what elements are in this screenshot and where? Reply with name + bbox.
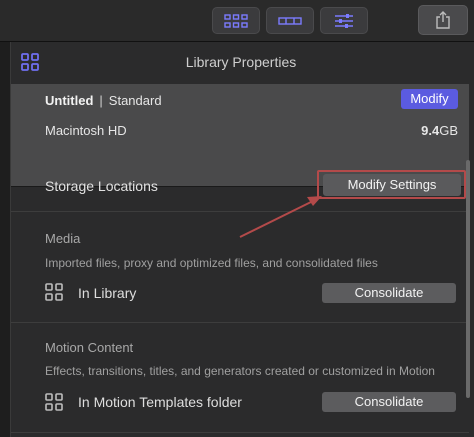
inspector-sliders-button[interactable] bbox=[320, 7, 368, 34]
panel-header: Library Properties bbox=[11, 42, 474, 84]
modify-button[interactable]: Modify bbox=[401, 89, 458, 109]
library-mode: Standard bbox=[108, 92, 162, 108]
panel-title: Library Properties bbox=[185, 54, 297, 70]
divider bbox=[11, 211, 469, 212]
share-icon bbox=[435, 11, 451, 29]
library-size-value: 9.4 bbox=[421, 122, 440, 138]
callout-highlight-box bbox=[317, 170, 466, 199]
library-volume-row: Macintosh HD 9.4GB bbox=[45, 118, 458, 142]
library-size: 9.4GB bbox=[421, 123, 458, 138]
motion-location: In Motion Templates folder bbox=[78, 394, 242, 410]
library-name: Untitled bbox=[45, 92, 94, 108]
library-size-unit: GB bbox=[439, 122, 458, 138]
motion-content-description: Effects, transitions, titles, and genera… bbox=[45, 364, 435, 378]
motion-location-icon bbox=[45, 393, 63, 416]
library-separator: | bbox=[99, 92, 103, 108]
storage-locations-title: Storage Locations bbox=[45, 178, 158, 194]
media-consolidate-button[interactable]: Consolidate bbox=[322, 283, 456, 303]
browser-filmstrip-icon bbox=[278, 16, 302, 26]
vertical-scrollbar[interactable] bbox=[466, 160, 470, 398]
share-button[interactable] bbox=[418, 5, 468, 35]
media-location: In Library bbox=[78, 285, 137, 301]
library-grid-button[interactable] bbox=[212, 7, 260, 34]
motion-consolidate-button[interactable]: Consolidate bbox=[322, 392, 456, 412]
divider bbox=[11, 432, 469, 433]
library-location-icon bbox=[45, 283, 63, 306]
motion-content-title: Motion Content bbox=[45, 340, 134, 355]
divider bbox=[11, 322, 469, 323]
top-toolbar bbox=[0, 0, 474, 42]
volume-name: Macintosh HD bbox=[45, 122, 127, 138]
library-properties-panel: Library Properties Untitled | Standard M… bbox=[10, 42, 474, 437]
library-name-row: Untitled | Standard Modify bbox=[45, 88, 458, 112]
media-title: Media bbox=[45, 231, 81, 246]
library-grid-icon bbox=[224, 13, 248, 28]
media-description: Imported files, proxy and optimized file… bbox=[45, 256, 378, 270]
inspector-sliders-icon bbox=[334, 13, 354, 29]
browser-filmstrip-button[interactable] bbox=[266, 7, 314, 34]
